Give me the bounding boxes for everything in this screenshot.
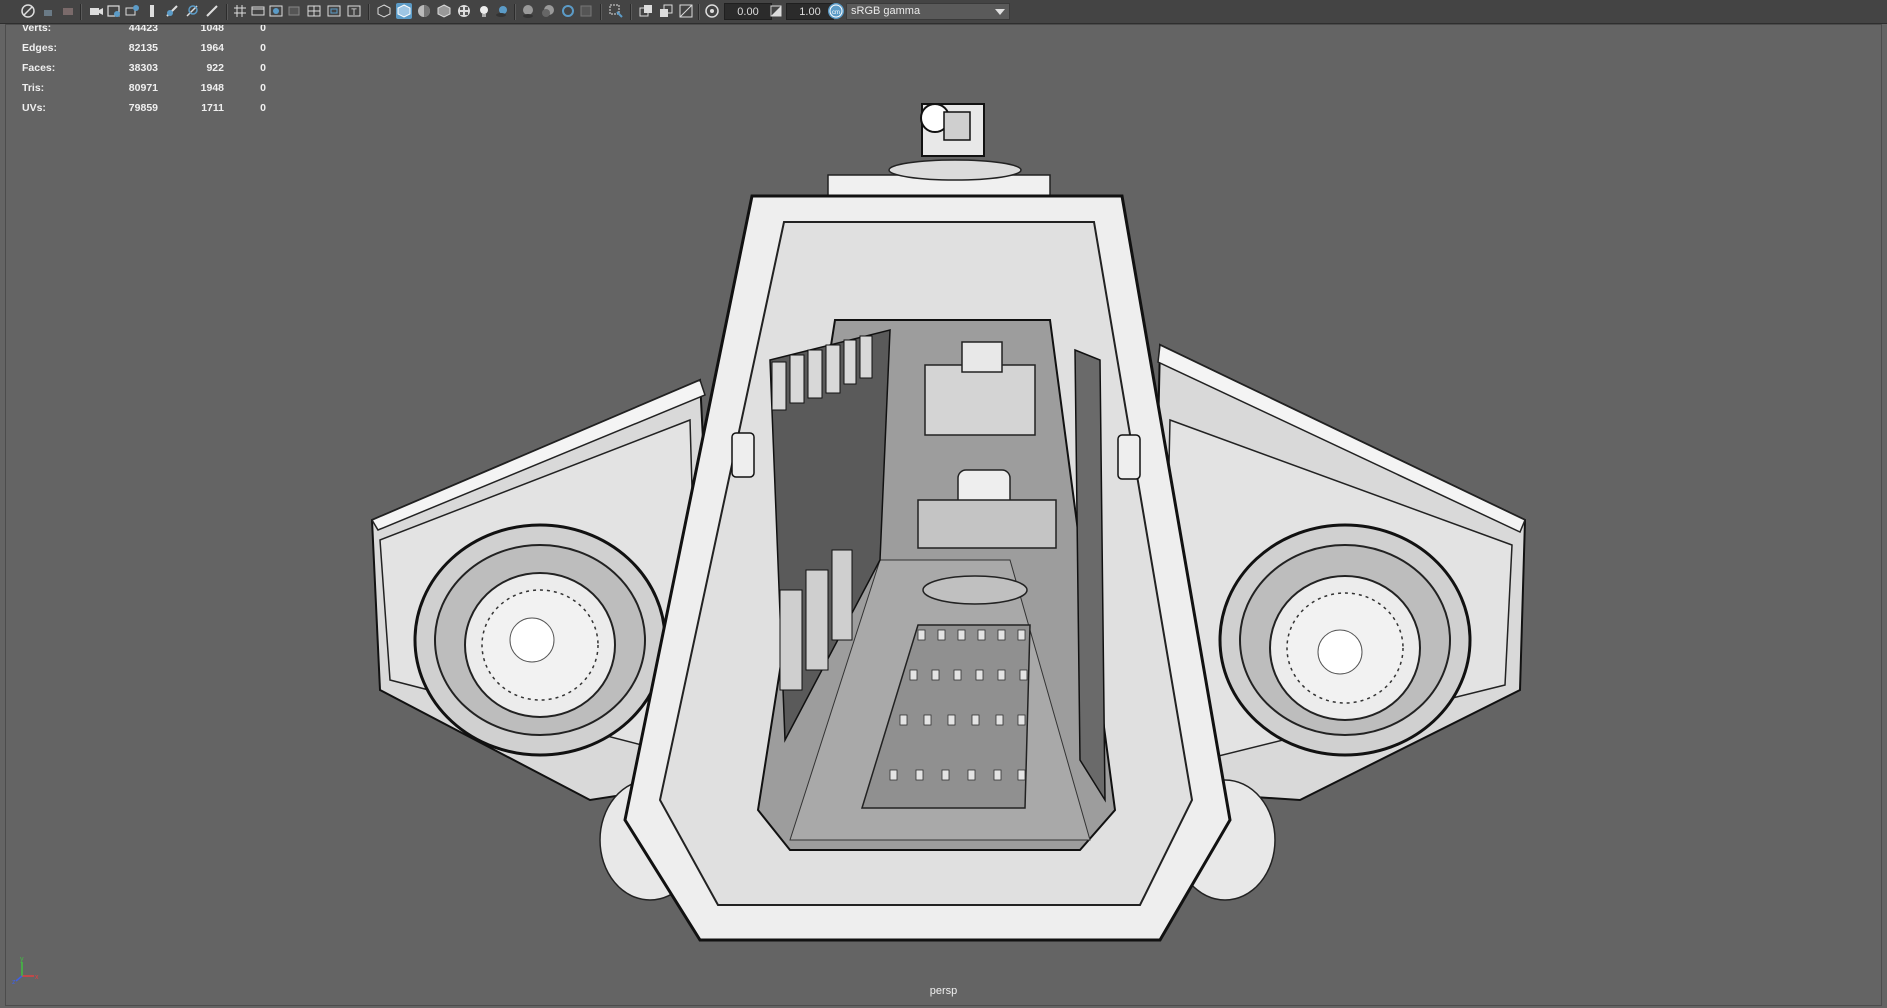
hud-selected: 1948	[200, 82, 224, 94]
hud-components: 0	[260, 22, 266, 34]
viewport-scene[interactable]	[0, 0, 1887, 1008]
color-space-dropdown[interactable]: sRGB gamma	[846, 3, 1010, 20]
hud-selected: 1048	[200, 22, 224, 34]
hud-selected: 1964	[200, 42, 224, 54]
hud-total: 79859	[128, 102, 158, 114]
field-chart-icon[interactable]	[306, 3, 322, 19]
film-gate-icon[interactable]	[250, 3, 266, 19]
grid-icon[interactable]	[232, 3, 248, 19]
safe-action-icon[interactable]	[326, 3, 342, 19]
hud-components: 0	[260, 82, 266, 94]
xray-joints-icon[interactable]	[638, 3, 654, 19]
select-camera-icon[interactable]	[20, 3, 36, 19]
hud-label: Faces:	[22, 62, 56, 74]
top-turret	[827, 103, 1051, 198]
smooth-shade-icon[interactable]	[396, 3, 412, 19]
exposure-field[interactable]: 0.00	[724, 3, 772, 20]
hud-selected: 922	[206, 62, 224, 74]
ambient-occlusion-icon[interactable]	[520, 3, 536, 19]
textured-icon[interactable]	[456, 3, 472, 19]
toolbar-separator	[80, 4, 82, 20]
toolbar-separator	[226, 4, 228, 20]
svg-text:z: z	[12, 979, 16, 984]
hud-label: Tris:	[22, 82, 45, 94]
svg-text:T: T	[351, 7, 357, 17]
view-axis-gizmo: x y z	[12, 956, 39, 984]
gamma-icon[interactable]	[768, 3, 784, 19]
toolbar-separator	[600, 4, 602, 20]
exposure-icon[interactable]	[704, 3, 720, 19]
viewport-toolbar: T 0.00 1.00 cm sRGB gamma	[0, 0, 1887, 24]
toolbar-separator	[368, 4, 370, 20]
hud-row-faces: Faces: 38303 922 0	[22, 62, 282, 82]
hud-label: Verts:	[22, 22, 52, 34]
xray-icon[interactable]	[164, 3, 180, 19]
hud-total: 82135	[128, 42, 158, 54]
gate-mask-toggle-icon[interactable]	[286, 3, 302, 19]
wireframe-on-shaded-icon[interactable]	[436, 3, 452, 19]
camera-attributes-icon[interactable]	[60, 3, 76, 19]
depth-of-field-icon[interactable]	[578, 3, 594, 19]
lighting-icon[interactable]	[476, 3, 492, 19]
chevron-down-icon[interactable]	[990, 3, 1010, 20]
hud-total: 80971	[128, 82, 158, 94]
svg-text:y: y	[20, 956, 24, 963]
hud-row-verts: Verts: 44423 1048 0	[22, 22, 282, 42]
svg-text:cm: cm	[832, 10, 840, 16]
camera-name-label: persp	[929, 985, 958, 997]
toolbar-separator	[698, 4, 700, 20]
gate-mask-icon[interactable]	[184, 3, 200, 19]
sculpt-icon[interactable]	[204, 3, 220, 19]
hud-components: 0	[260, 102, 266, 114]
hud-selected: 1711	[201, 102, 224, 114]
hud-components: 0	[260, 42, 266, 54]
svg-text:x: x	[35, 974, 39, 981]
anti-aliasing-icon[interactable]	[560, 3, 576, 19]
hud-label: Edges:	[22, 42, 58, 54]
xray-active-icon[interactable]	[658, 3, 674, 19]
motion-blur-icon[interactable]	[540, 3, 556, 19]
right-engine	[1218, 523, 1472, 757]
safe-title-icon[interactable]: T	[346, 3, 362, 19]
default-material-icon[interactable]	[416, 3, 432, 19]
color-management-icon[interactable]: cm	[828, 3, 844, 19]
resolution-gate-icon[interactable]	[268, 3, 284, 19]
cockpit-hull	[623, 194, 1232, 942]
hud-label: UVs:	[22, 102, 46, 114]
hud-row-tris: Tris: 80971 1948 0	[22, 82, 282, 102]
hud-row-edges: Edges: 82135 1964 0	[22, 42, 282, 62]
hud-components: 0	[260, 62, 266, 74]
2d-pan-zoom-icon[interactable]	[124, 3, 140, 19]
bookmarks-icon[interactable]	[88, 3, 104, 19]
gamma-field[interactable]: 1.00	[786, 3, 834, 20]
hud-total: 38303	[128, 62, 158, 74]
lock-camera-icon[interactable]	[40, 3, 56, 19]
shadows-icon[interactable]	[494, 3, 510, 19]
backface-culling-icon[interactable]	[678, 3, 694, 19]
toolbar-separator	[630, 4, 632, 20]
wireframe-icon[interactable]	[376, 3, 392, 19]
hud-total: 44423	[128, 22, 158, 34]
isolate-select-icon[interactable]	[608, 3, 624, 19]
image-plane-icon[interactable]	[106, 3, 122, 19]
toolbar-separator	[514, 4, 516, 20]
grease-pencil-icon[interactable]	[144, 3, 160, 19]
hud-row-uvs: UVs: 79859 1711 0	[22, 102, 282, 122]
left-engine	[413, 523, 667, 757]
